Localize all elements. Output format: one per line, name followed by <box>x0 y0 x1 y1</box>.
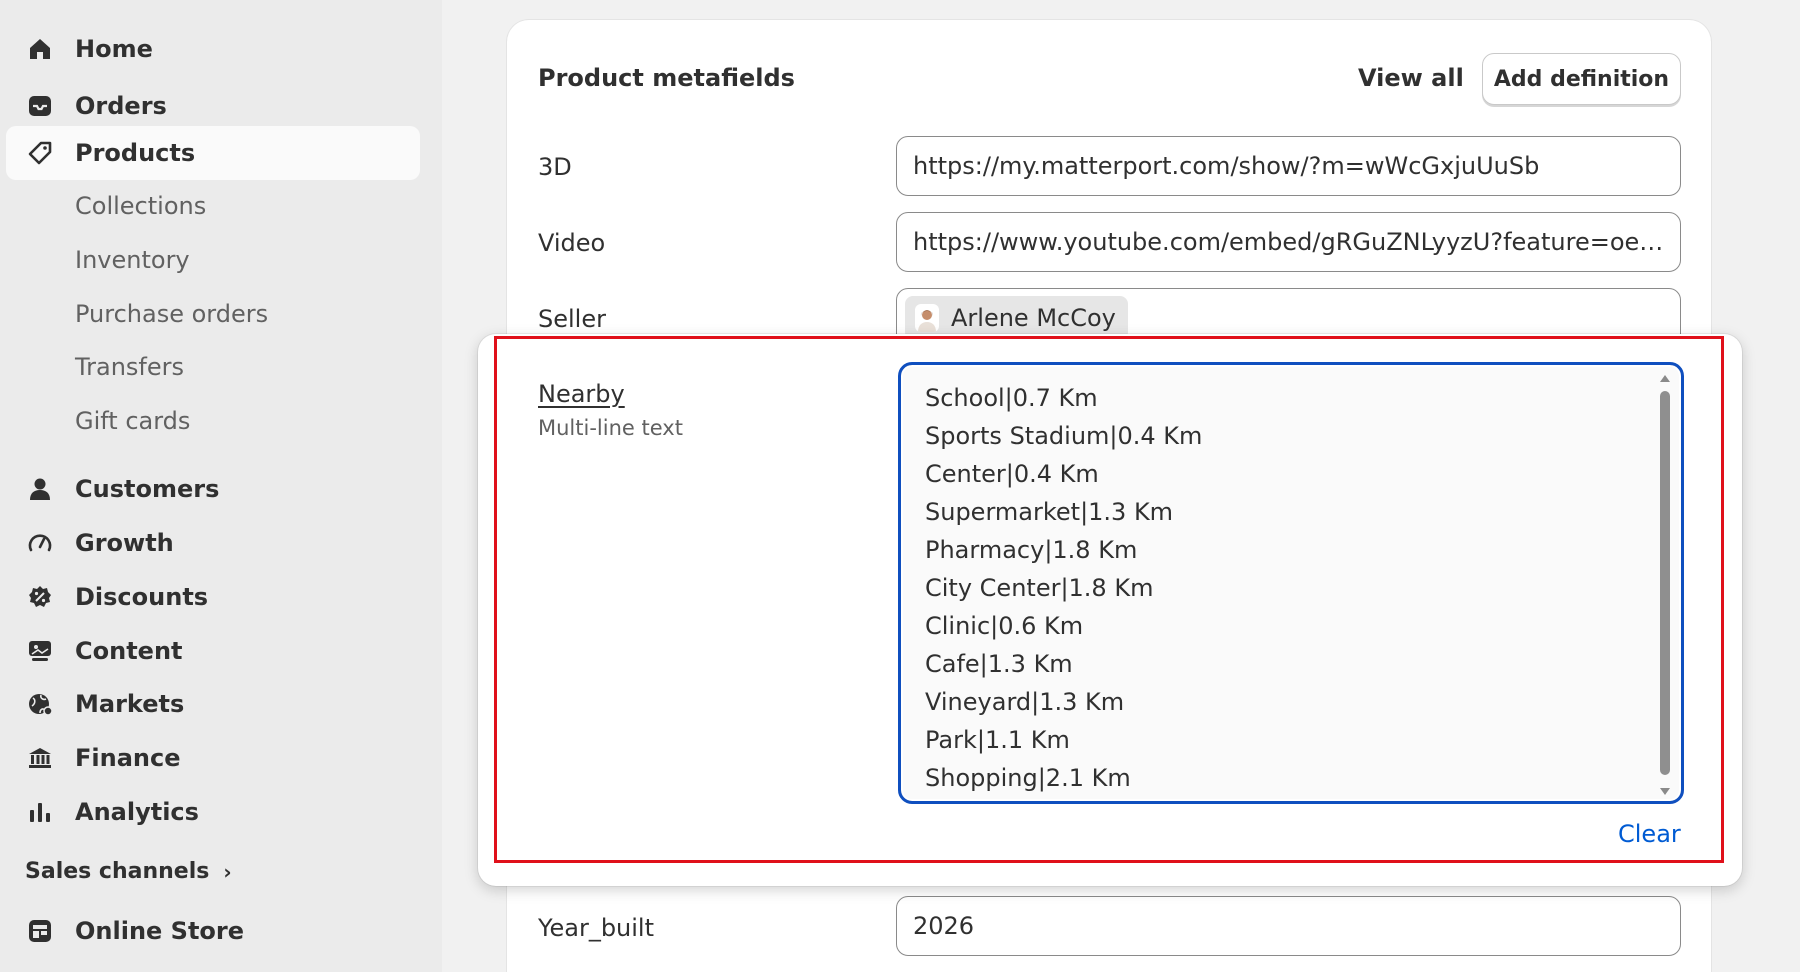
discount-icon <box>26 583 54 611</box>
field-label-3d: 3D <box>538 153 572 181</box>
field-3d-input[interactable]: https://my.matterport.com/show/?m=wWcGxj… <box>896 136 1681 196</box>
nav-markets[interactable]: Markets <box>6 677 420 731</box>
textarea-line: School|0.7 Km <box>925 384 1098 412</box>
nav-markets-label: Markets <box>75 690 185 718</box>
seller-name: Arlene McCoy <box>951 304 1116 332</box>
scroll-thumb[interactable] <box>1660 391 1670 775</box>
textarea-line: Center|0.4 Km <box>925 460 1099 488</box>
textarea-line: City Center|1.8 Km <box>925 574 1154 602</box>
nav-content[interactable]: Content <box>6 624 420 678</box>
nav-analytics[interactable]: Analytics <box>6 785 420 839</box>
nav-finance-label: Finance <box>75 744 181 772</box>
textarea-line: Clinic|0.6 Km <box>925 612 1084 640</box>
textarea-content: School|0.7 Km Sports Stadium|0.4 Km Cent… <box>925 379 1202 797</box>
nav-transfers[interactable]: Transfers <box>75 347 184 387</box>
nav-growth-label: Growth <box>75 529 174 557</box>
nav-collections[interactable]: Collections <box>75 186 206 226</box>
textarea-line: Pharmacy|1.8 Km <box>925 536 1138 564</box>
nav-discounts-label: Discounts <box>75 583 209 611</box>
nearby-type: Multi-line text <box>538 416 683 440</box>
nav-home[interactable]: Home <box>6 22 420 76</box>
bar-chart-icon <box>26 798 54 826</box>
nav-orders-label: Orders <box>75 92 167 120</box>
sales-channels-header[interactable]: Sales channels › <box>25 859 232 884</box>
textarea-line: Shopping|2.1 Km <box>925 764 1131 792</box>
inbox-icon <box>26 92 54 120</box>
nav-customers[interactable]: Customers <box>6 462 420 516</box>
scroll-up-arrow-icon[interactable] <box>1660 375 1670 382</box>
nav-products-label: Products <box>75 139 196 167</box>
field-label-seller: Seller <box>538 305 606 333</box>
chevron-right-icon: › <box>223 859 232 884</box>
nav-next-item[interactable] <box>6 962 420 972</box>
nav-analytics-label: Analytics <box>75 798 199 826</box>
person-icon <box>26 475 54 503</box>
bank-icon <box>26 744 54 772</box>
nav-discounts[interactable]: Discounts <box>6 570 420 624</box>
avatar <box>915 304 939 332</box>
nav-gift-cards[interactable]: Gift cards <box>75 401 190 441</box>
textarea-line: Vineyard|1.3 Km <box>925 688 1125 716</box>
textarea-line: Park|1.1 Km <box>925 726 1070 754</box>
textarea-scrollbar[interactable] <box>1659 375 1671 795</box>
nav-growth[interactable]: Growth <box>6 516 420 570</box>
textarea-line: Supermarket|1.3 Km <box>925 498 1174 526</box>
tag-icon <box>26 139 54 167</box>
field-label-year-built: Year_built <box>538 914 655 942</box>
clear-button[interactable]: Clear <box>1618 820 1681 848</box>
gauge-icon <box>26 529 54 557</box>
nav-home-label: Home <box>75 35 153 63</box>
nav-customers-label: Customers <box>75 475 220 503</box>
nav-inventory[interactable]: Inventory <box>75 240 190 280</box>
nav-content-label: Content <box>75 637 183 665</box>
field-label-video: Video <box>538 229 606 257</box>
nearby-textarea[interactable]: School|0.7 Km Sports Stadium|0.4 Km Cent… <box>898 362 1684 804</box>
field-video-input[interactable]: https://www.youtube.com/embed/gRGuZNLyyz… <box>896 212 1681 272</box>
scroll-down-arrow-icon[interactable] <box>1660 788 1670 795</box>
home-icon <box>26 35 54 63</box>
nav-finance[interactable]: Finance <box>6 731 420 785</box>
sidebar: Home Orders Products Collections Invento… <box>0 0 442 972</box>
sales-channels-label: Sales channels <box>25 859 210 884</box>
nav-products[interactable]: Products <box>6 126 420 180</box>
view-all-link[interactable]: View all <box>1358 64 1464 92</box>
add-definition-button[interactable]: Add definition <box>1482 53 1681 105</box>
nearby-label: Nearby <box>538 380 625 408</box>
card-title: Product metafields <box>538 64 795 92</box>
content-icon <box>26 637 54 665</box>
nav-purchase-orders[interactable]: Purchase orders <box>75 294 268 334</box>
globe-icon <box>26 690 54 718</box>
nav-orders[interactable]: Orders <box>6 79 420 133</box>
nav-online-store-label: Online Store <box>75 917 245 945</box>
store-icon <box>26 917 54 945</box>
field-year-built-input[interactable]: 2026 <box>896 896 1681 956</box>
nav-online-store[interactable]: Online Store <box>6 904 420 958</box>
textarea-line: Cafe|1.3 Km <box>925 650 1073 678</box>
textarea-line: Sports Stadium|0.4 Km <box>925 422 1203 450</box>
